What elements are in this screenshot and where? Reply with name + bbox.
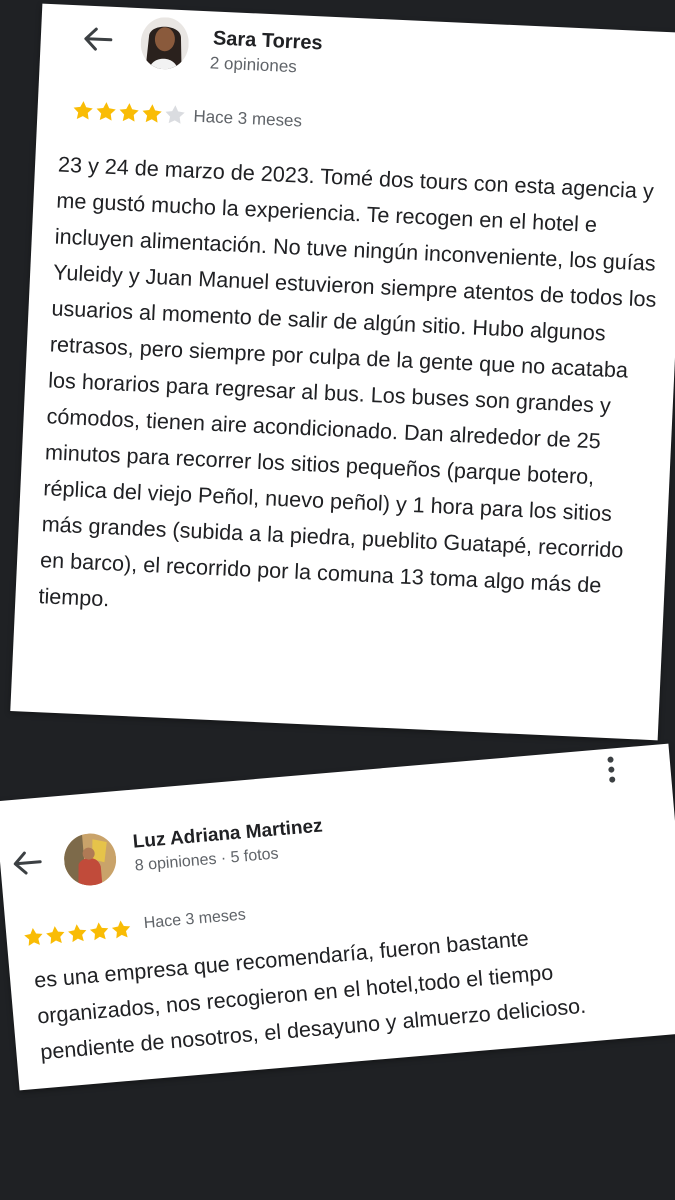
- review-time: Hace 3 meses: [193, 106, 303, 131]
- star-filled-icon: [111, 920, 131, 939]
- star-rating: [22, 918, 133, 949]
- star-filled-icon: [73, 101, 93, 120]
- star-filled-icon: [119, 103, 139, 122]
- avatar[interactable]: [62, 831, 119, 888]
- star-filled-icon: [142, 104, 162, 123]
- reviewer-name[interactable]: Luz Adriana Martinez: [132, 816, 324, 854]
- star-filled-icon: [24, 927, 43, 946]
- reviewer-name[interactable]: Sara Torres: [212, 27, 323, 55]
- reviewer-meta: 2 opiniones: [209, 53, 298, 77]
- review-text: 23 y 24 de marzo de 2023. Tomé dos tours…: [37, 151, 657, 612]
- star-filled-icon: [46, 926, 65, 944]
- star-filled-icon: [68, 924, 87, 943]
- review-time: Hace 3 meses: [143, 906, 247, 933]
- review-card: Luz Adriana Martinez 8 opiniones · 5 fot…: [0, 743, 675, 1091]
- star-empty-icon: [165, 105, 185, 124]
- back-arrow-icon[interactable]: [11, 849, 43, 877]
- star-rating: [71, 99, 187, 127]
- more-options-icon[interactable]: [607, 754, 616, 784]
- star-filled-icon: [89, 922, 109, 941]
- review-card: Sara Torres 2 opiniones Hace 3 meses 23 …: [10, 3, 675, 741]
- back-arrow-icon[interactable]: [82, 26, 113, 53]
- avatar[interactable]: [139, 16, 190, 71]
- star-filled-icon: [96, 102, 116, 121]
